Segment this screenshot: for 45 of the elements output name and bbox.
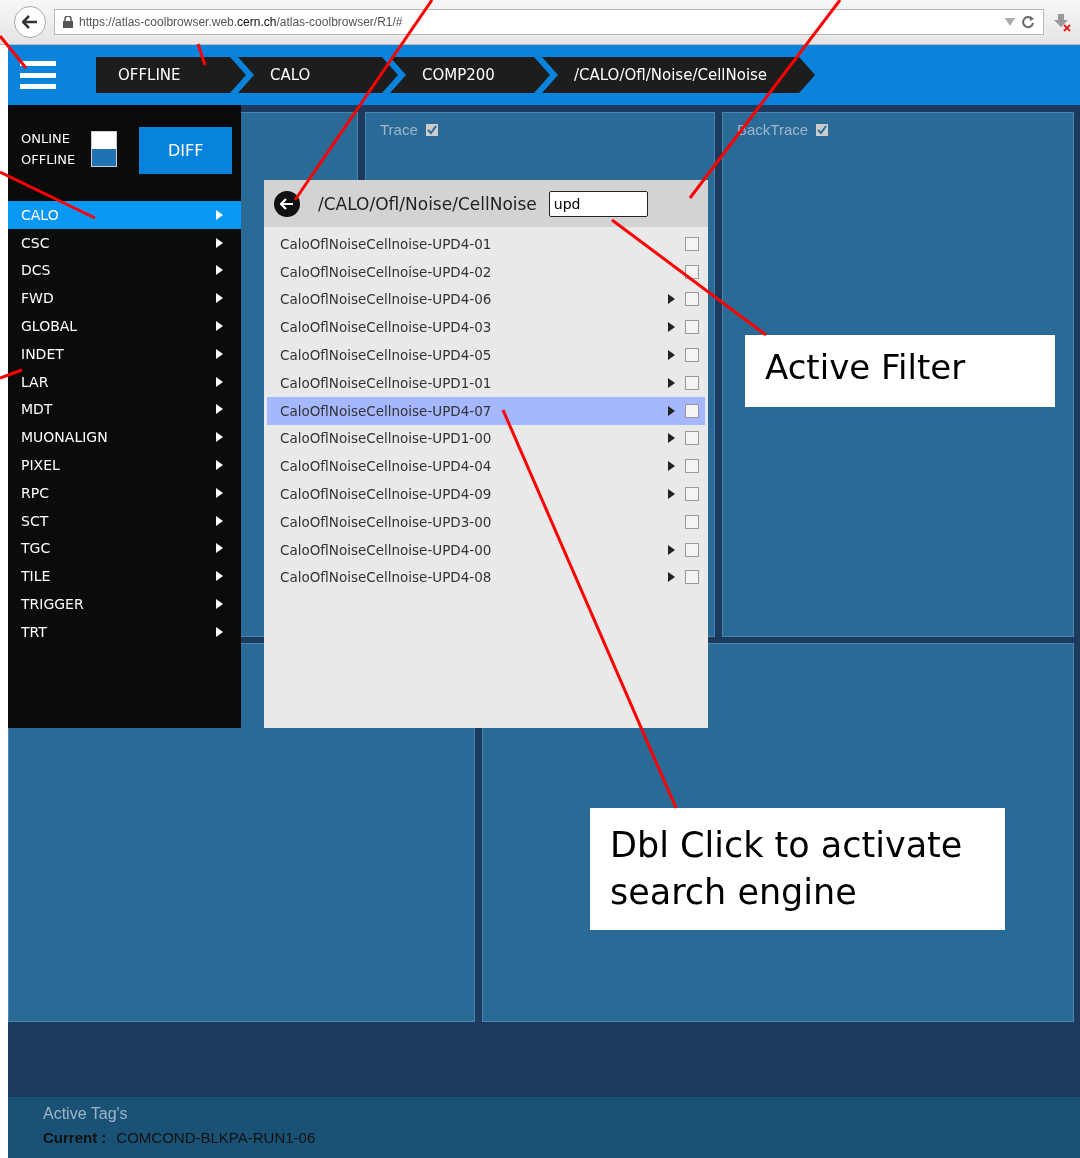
menu-item[interactable]: INDET — [8, 340, 241, 368]
menu-item[interactable]: TGC — [8, 534, 241, 563]
menu-item[interactable]: LAR — [8, 367, 241, 396]
menu-item[interactable]: CSC — [8, 228, 241, 257]
folder-item[interactable]: CaloOflNoiseCellnoise-UPD4-09 — [267, 480, 705, 508]
menu-item[interactable]: RPC — [8, 478, 241, 507]
panel-title: Trace — [380, 121, 418, 138]
folder-item[interactable]: CaloOflNoiseCellnoise-UPD4-07 — [267, 396, 705, 425]
mode-label: ONLINE — [21, 131, 71, 146]
current-tag: COMCOND-BLKPA-RUN1-06 — [116, 1129, 316, 1146]
folder-item[interactable]: CaloOflNoiseCellnoise-UPD4-01 — [267, 230, 705, 258]
folder-item[interactable]: CaloOflNoiseCellnoise-UPD4-04 — [267, 452, 705, 481]
address-field[interactable]: https://atlas-coolbrowser.web.cern.ch/atlas-coolbrowser/R1/# — [54, 9, 1044, 35]
menu-item[interactable]: FWD — [8, 284, 241, 313]
folder-path: /CALO/Ofl/Noise/CellNoise — [318, 193, 537, 214]
breadcrumb[interactable]: /CALO/Ofl/Noise/CellNoise — [542, 57, 816, 93]
callout: Dbl Click to activate search engine — [590, 808, 1005, 930]
url-text: https://atlas-coolbrowser.web.cern.ch/atlas-coolbrowser/R1/# — [79, 15, 404, 29]
menu-item[interactable]: DCS — [8, 256, 241, 285]
callout: Active Filter — [745, 335, 1055, 407]
folder-item[interactable]: CaloOflNoiseCellnoise-UPD1-00 — [267, 424, 705, 453]
filter-field[interactable]: upd — [548, 190, 648, 217]
menu-item[interactable]: TILE — [8, 562, 241, 591]
menu-item[interactable]: PIXEL — [8, 451, 241, 479]
menu-item[interactable]: MUONALIGN — [8, 423, 241, 452]
menu-item[interactable]: TRT — [8, 617, 241, 646]
breadcrumb[interactable]: CALO — [238, 57, 398, 93]
breadcrumb[interactable]: OFFLINE — [96, 57, 246, 93]
footer-title: Active Tag's — [43, 1105, 129, 1123]
menu-item[interactable]: GLOBAL — [8, 312, 241, 340]
folder-item[interactable]: CaloOflNoiseCellnoise-UPD3-00 — [267, 507, 705, 536]
menu-item[interactable]: TRIGGER — [8, 590, 241, 618]
menu-item[interactable]: MDT — [8, 395, 241, 424]
folder-item[interactable]: CaloOflNoiseCellnoise-UPD4-06 — [267, 285, 705, 314]
current-label: Current : — [43, 1129, 107, 1146]
folder-item[interactable]: CaloOflNoiseCellnoise-UPD4-00 — [267, 535, 705, 564]
breadcrumb[interactable]: COMP200 — [390, 57, 550, 93]
diff-button[interactable]: DIFF — [139, 127, 233, 174]
folder-item[interactable]: CaloOflNoiseCellnoise-UPD4-02 — [267, 257, 705, 286]
folder-item[interactable]: CaloOflNoiseCellnoise-UPD4-03 — [267, 313, 705, 342]
mode-label: OFFLINE — [21, 152, 76, 167]
folder-item[interactable]: CaloOflNoiseCellnoise-UPD1-01 — [267, 369, 705, 397]
menu-item[interactable]: SCT — [8, 506, 241, 535]
folder-item[interactable]: CaloOflNoiseCellnoise-UPD4-05 — [267, 341, 705, 369]
folder-item[interactable]: CaloOflNoiseCellnoise-UPD4-08 — [267, 563, 705, 592]
